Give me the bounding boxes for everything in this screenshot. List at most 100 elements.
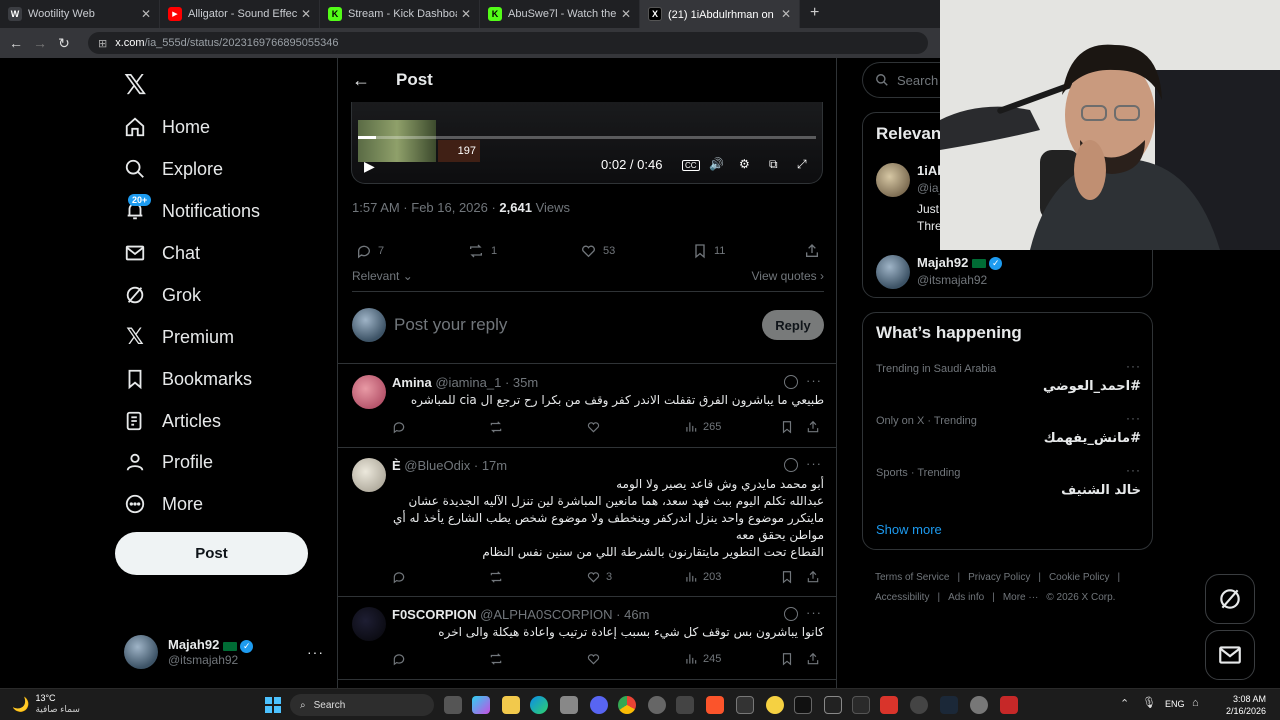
video-progress-bar[interactable] [358, 136, 816, 139]
fullscreen-icon[interactable]: ⤢ [797, 157, 807, 172]
footer-link[interactable]: Accessibility [875, 592, 929, 603]
more-dots-icon[interactable]: ··· [1126, 359, 1141, 373]
browser-tab[interactable]: K AbuSwe7l - Watch the VOD on ✕ [480, 0, 640, 28]
more-dots-icon[interactable]: ··· [1126, 463, 1141, 477]
heart-icon[interactable] [586, 420, 606, 434]
tiktok-icon[interactable] [794, 696, 812, 714]
microphone-icon[interactable]: 🎙 [1142, 696, 1156, 709]
repost-icon[interactable] [488, 652, 509, 666]
nav-bookmarks[interactable]: Bookmarks [122, 359, 252, 399]
app-icon[interactable] [824, 696, 842, 714]
video-player[interactable]: 197 ▶ 0:02 / 0:46 CC 🔊 ⚙ ⧉ ⤢ [351, 102, 823, 184]
bookmark-icon[interactable] [780, 652, 799, 666]
more-dots-icon[interactable]: ··· [1126, 411, 1141, 425]
nav-chat[interactable]: Chat [122, 233, 200, 273]
forward-arrow-icon[interactable]: → [28, 35, 52, 51]
footer-link[interactable]: More ··· [1003, 592, 1039, 603]
nav-articles[interactable]: Articles [122, 401, 221, 441]
app-icon[interactable] [1000, 696, 1018, 714]
user-name-row[interactable]: Majah92 ✓ [917, 255, 1003, 271]
back-arrow-icon[interactable]: ← [4, 35, 28, 51]
tab-close-icon[interactable]: ✕ [301, 7, 311, 21]
tab-close-icon[interactable]: ✕ [141, 7, 151, 21]
show-more-link[interactable]: Show more [876, 522, 942, 537]
more-dots-icon[interactable]: ··· [307, 644, 324, 660]
copilot-icon[interactable] [472, 696, 490, 714]
settings-gear-icon[interactable] [970, 696, 988, 714]
account-switcher[interactable]: Majah92 ✓ @itsmajah92 ··· [124, 632, 324, 672]
sort-dropdown[interactable]: Relevant ⌄ [352, 269, 413, 283]
app-icon[interactable] [910, 696, 928, 714]
brave-icon[interactable] [706, 696, 724, 714]
reply-icon[interactable] [392, 420, 411, 434]
messages-fab-button[interactable] [1205, 630, 1255, 680]
nav-premium[interactable]: 𝕏 Premium [122, 317, 234, 357]
grok-icon[interactable] [784, 458, 798, 472]
reply-button[interactable]: Reply [762, 310, 824, 340]
chevron-up-icon[interactable]: ⌃ [1120, 697, 1129, 710]
discord-icon[interactable] [590, 696, 608, 714]
bookmark-icon[interactable] [780, 420, 799, 434]
captions-icon[interactable]: CC [682, 160, 700, 171]
nav-notifications[interactable]: 20+ Notifications [122, 191, 260, 231]
more-dots-icon[interactable]: ··· [806, 605, 822, 620]
trend-item[interactable]: Trending in Saudi Arabia ··· #احمد_العوض… [876, 359, 1141, 394]
app-icon[interactable] [648, 696, 666, 714]
heart-icon[interactable] [586, 652, 606, 666]
more-dots-icon[interactable]: ··· [806, 373, 822, 388]
reply-action[interactable]: 7 [356, 240, 384, 262]
site-info-icon[interactable]: ⊞ [98, 37, 107, 50]
language-indicator[interactable]: ENG [1165, 699, 1185, 709]
store-icon[interactable] [560, 696, 578, 714]
heart-icon[interactable]: 3 [586, 570, 612, 584]
app-icon[interactable] [766, 696, 784, 714]
reload-icon[interactable]: ↻ [52, 35, 76, 52]
share-icon[interactable] [806, 570, 825, 584]
footer-link[interactable]: Ads info [948, 592, 984, 603]
x-logo-icon[interactable]: 𝕏 [124, 68, 147, 101]
views-action[interactable]: 265 [684, 420, 721, 434]
tab-close-icon[interactable]: ✕ [781, 7, 791, 21]
views-action[interactable]: 203 [684, 570, 721, 584]
share-icon[interactable] [806, 420, 825, 434]
url-field[interactable]: ⊞ x.com/ia_555d/status/20231697668950553… [88, 32, 928, 54]
nav-more[interactable]: More [122, 484, 203, 524]
post-button[interactable]: Post [115, 532, 308, 575]
nav-grok[interactable]: Grok [122, 275, 201, 315]
browser-tab-active[interactable]: X (21) 1iAbdulrhman on X: "ِن الـ ✕ [640, 0, 800, 28]
edge-icon[interactable] [530, 696, 548, 714]
nav-home[interactable]: Home [122, 107, 210, 147]
app-icon[interactable] [880, 696, 898, 714]
steam-icon[interactable] [940, 696, 958, 714]
system-clock[interactable]: 3:08 AM 2/16/2026 [1226, 693, 1266, 717]
views-action[interactable]: 245 [684, 652, 721, 666]
chrome-icon[interactable] [618, 696, 636, 714]
like-action[interactable]: 53 [580, 240, 615, 262]
nav-explore[interactable]: Explore [122, 149, 223, 189]
back-arrow-icon[interactable]: ← [352, 70, 372, 91]
nav-profile[interactable]: Profile [122, 442, 213, 482]
task-view-icon[interactable] [444, 696, 462, 714]
pip-icon[interactable]: ⧉ [769, 157, 778, 172]
more-dots-icon[interactable]: ··· [806, 456, 822, 471]
volume-icon[interactable]: 🔊 [709, 157, 724, 171]
new-tab-button[interactable]: + [800, 0, 829, 28]
taskbar-search[interactable]: ⌕ Search [290, 694, 434, 716]
settings-gear-icon[interactable]: ⚙ [739, 157, 750, 171]
browser-tab[interactable]: K Stream - Kick Dashboard ✕ [320, 0, 480, 28]
share-icon[interactable] [806, 652, 825, 666]
bookmark-action[interactable]: 11 [692, 240, 725, 262]
play-icon[interactable]: ▶ [364, 158, 375, 175]
share-action[interactable] [804, 240, 826, 262]
trend-item[interactable]: Only on X · Trending ··· #مانش_يفهمك [876, 411, 1141, 446]
repost-action[interactable]: 1 [467, 240, 497, 262]
repost-icon[interactable] [488, 420, 509, 434]
grok-fab-button[interactable] [1205, 574, 1255, 624]
footer-link[interactable]: Terms of Service [875, 572, 949, 583]
reply-icon[interactable] [392, 570, 411, 584]
tab-close-icon[interactable]: ✕ [621, 7, 631, 21]
reply-input[interactable]: Post your reply [394, 315, 762, 335]
browser-tab[interactable]: ▶ Alligator - Sound Effect | ProSo ✕ [160, 0, 320, 28]
weather-widget[interactable]: 🌙 13°C سماء صافية [12, 693, 80, 715]
reply-icon[interactable] [392, 652, 411, 666]
